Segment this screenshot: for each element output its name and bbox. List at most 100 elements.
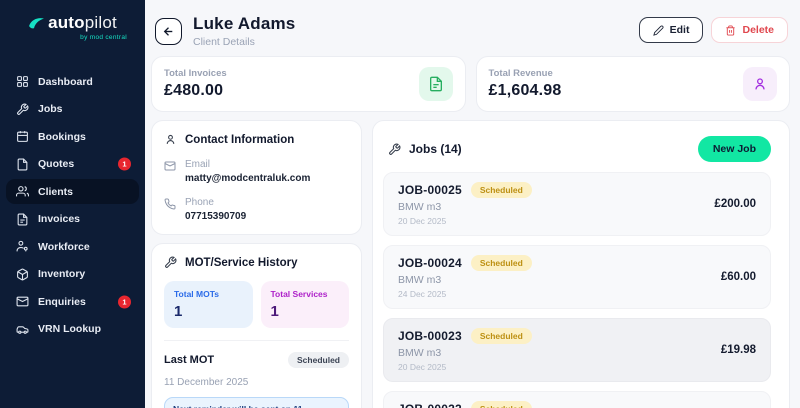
- autopilot-logo-icon: [29, 17, 44, 28]
- total-services-value: 1: [270, 303, 279, 320]
- total-mots-label: Total MOTs: [174, 289, 220, 299]
- arrow-left-icon: [163, 26, 173, 36]
- job-row-00024[interactable]: JOB-00024 Scheduled BMW m3 24 Dec 2025 £…: [383, 245, 771, 309]
- sidebar-item-vrn-lookup[interactable]: VRN Lookup: [6, 317, 139, 342]
- total-invoices-card: Total Invoices £480.00: [151, 56, 466, 112]
- job-row-00025[interactable]: JOB-00025 Scheduled BMW m3 20 Dec 2025 £…: [383, 172, 771, 236]
- phone-value: 07715390709: [185, 211, 247, 222]
- job-date: 20 Dec 2025: [398, 216, 447, 226]
- last-mot-label: Last MOT: [164, 354, 215, 366]
- delete-button[interactable]: Delete: [711, 17, 788, 43]
- wrench-icon: [16, 103, 29, 116]
- total-mots-value: 1: [174, 303, 183, 320]
- sidebar-item-invoices[interactable]: Invoices: [6, 207, 139, 232]
- sidebar-item-label: Inventory: [38, 268, 86, 280]
- logo-tagline: by mod central: [80, 34, 127, 41]
- sidebar-item-workforce[interactable]: Workforce: [6, 234, 139, 259]
- sidebar-nav: Dashboard Jobs Bookings Quotes 1 Clients: [0, 69, 145, 344]
- job-id: JOB-00022: [398, 402, 462, 408]
- job-price: £60.00: [720, 271, 756, 283]
- total-mots-box: Total MOTs 1: [164, 281, 253, 328]
- reminder-note: Next reminder will be sent on 11 Novembe…: [164, 397, 349, 408]
- sidebar-item-label: Bookings: [38, 130, 86, 143]
- job-row-00023[interactable]: JOB-00023 Scheduled BMW m3 20 Dec 2025 £…: [383, 318, 771, 382]
- page-subtitle: Client Details: [193, 36, 255, 48]
- sidebar-item-clients[interactable]: Clients: [6, 179, 139, 204]
- total-revenue-card: Total Revenue £1,604.98: [475, 56, 790, 112]
- sidebar-item-label: Jobs: [38, 103, 63, 115]
- sidebar-item-label: Dashboard: [38, 75, 93, 88]
- app-window: autopilot by mod central Dashboard Jobs …: [0, 0, 800, 408]
- page-header: Luke Adams Client Details Edit Delete: [151, 12, 790, 56]
- sidebar-item-quotes[interactable]: Quotes 1: [6, 152, 139, 177]
- total-revenue-label: Total Revenue: [488, 68, 553, 79]
- sidebar-item-label: Workforce: [38, 240, 90, 253]
- enquiries-badge: 1: [118, 295, 131, 308]
- pencil-icon: [652, 24, 664, 36]
- last-mot-status-badge: Scheduled: [288, 352, 349, 368]
- person-icon: [166, 134, 175, 144]
- sidebar-item-label: Clients: [38, 185, 74, 198]
- contact-information-card: Contact Information Email matty@modcentr…: [151, 120, 362, 235]
- job-price: £19.98: [720, 344, 756, 356]
- sidebar-item-inventory[interactable]: Inventory: [6, 262, 139, 287]
- page-title: Luke Adams: [193, 14, 296, 33]
- job-status-badge: Scheduled: [470, 401, 532, 408]
- new-job-button[interactable]: New Job: [697, 136, 771, 162]
- phone-row: Phone 07715390709: [164, 197, 349, 222]
- app-logo: autopilot by mod central: [0, 0, 145, 47]
- email-label: Email: [185, 159, 211, 170]
- jobs-title: Jobs (14): [409, 142, 462, 156]
- logo-text: autopilot: [48, 13, 117, 32]
- job-status-badge: Scheduled: [470, 255, 532, 271]
- mot-stats-row: Total MOTs 1 Total Services 1: [164, 281, 349, 328]
- sidebar-item-label: Invoices: [38, 213, 81, 225]
- phone-label: Phone: [185, 197, 214, 208]
- mail-icon: [164, 161, 176, 171]
- car-icon: [16, 323, 29, 336]
- sidebar-item-dashboard[interactable]: Dashboard: [6, 69, 139, 94]
- sidebar-item-label: VRN Lookup: [38, 323, 101, 335]
- job-vehicle: BMW m3: [398, 274, 442, 286]
- mot-service-history-card: MOT/Service History Total MOTs 1 Total S…: [151, 243, 362, 408]
- wrench-icon: [165, 256, 177, 268]
- total-services-label: Total Services: [270, 289, 328, 299]
- main-content: Luke Adams Client Details Edit Delete To: [145, 0, 800, 408]
- last-mot-row: Last MOT Scheduled: [164, 340, 349, 368]
- person-icon: [743, 67, 777, 101]
- sidebar-item-jobs[interactable]: Jobs: [6, 97, 139, 122]
- job-date: 24 Dec 2025: [398, 289, 447, 299]
- total-invoices-label: Total Invoices: [164, 68, 227, 79]
- sidebar-item-label: Quotes: [38, 158, 75, 170]
- contact-card-title: Contact Information: [185, 133, 295, 146]
- mail-icon: [16, 295, 29, 308]
- total-revenue-value: £1,604.98: [488, 82, 562, 99]
- job-id: JOB-00024: [398, 256, 462, 270]
- job-status-badge: Scheduled: [470, 328, 532, 344]
- invoice-doc-icon: [418, 67, 453, 101]
- wrench-icon: [389, 143, 401, 155]
- job-price: £200.00: [714, 198, 756, 210]
- left-column: Contact Information Email matty@modcentr…: [151, 120, 362, 408]
- total-invoices-value: £480.00: [164, 82, 224, 99]
- content-row: Contact Information Email matty@modcentr…: [151, 120, 790, 408]
- job-row-00022[interactable]: JOB-00022 Scheduled BMW m3 19 Dec 2025 £…: [383, 391, 771, 408]
- stats-row: Total Invoices £480.00 Total Revenue £1,…: [151, 56, 790, 112]
- sidebar-item-bookings[interactable]: Bookings: [6, 124, 139, 149]
- job-vehicle: BMW m3: [398, 347, 442, 359]
- jobs-panel: Jobs (14) New Job JOB-00025 Scheduled BM…: [372, 120, 790, 408]
- sidebar-item-enquiries[interactable]: Enquiries 1: [6, 289, 139, 314]
- dashboard-icon: [16, 75, 29, 88]
- sidebar: autopilot by mod central Dashboard Jobs …: [0, 0, 145, 408]
- edit-button[interactable]: Edit: [638, 17, 704, 43]
- back-button[interactable]: [155, 17, 182, 45]
- clients-icon: [16, 185, 29, 198]
- job-vehicle: BMW m3: [398, 201, 442, 213]
- invoice-icon: [16, 213, 29, 226]
- phone-icon: [164, 198, 176, 210]
- quote-icon: [16, 158, 29, 171]
- job-date: 20 Dec 2025: [398, 362, 447, 372]
- inventory-icon: [16, 268, 29, 281]
- job-status-badge: Scheduled: [470, 182, 532, 198]
- last-mot-date: 11 December 2025: [164, 377, 249, 388]
